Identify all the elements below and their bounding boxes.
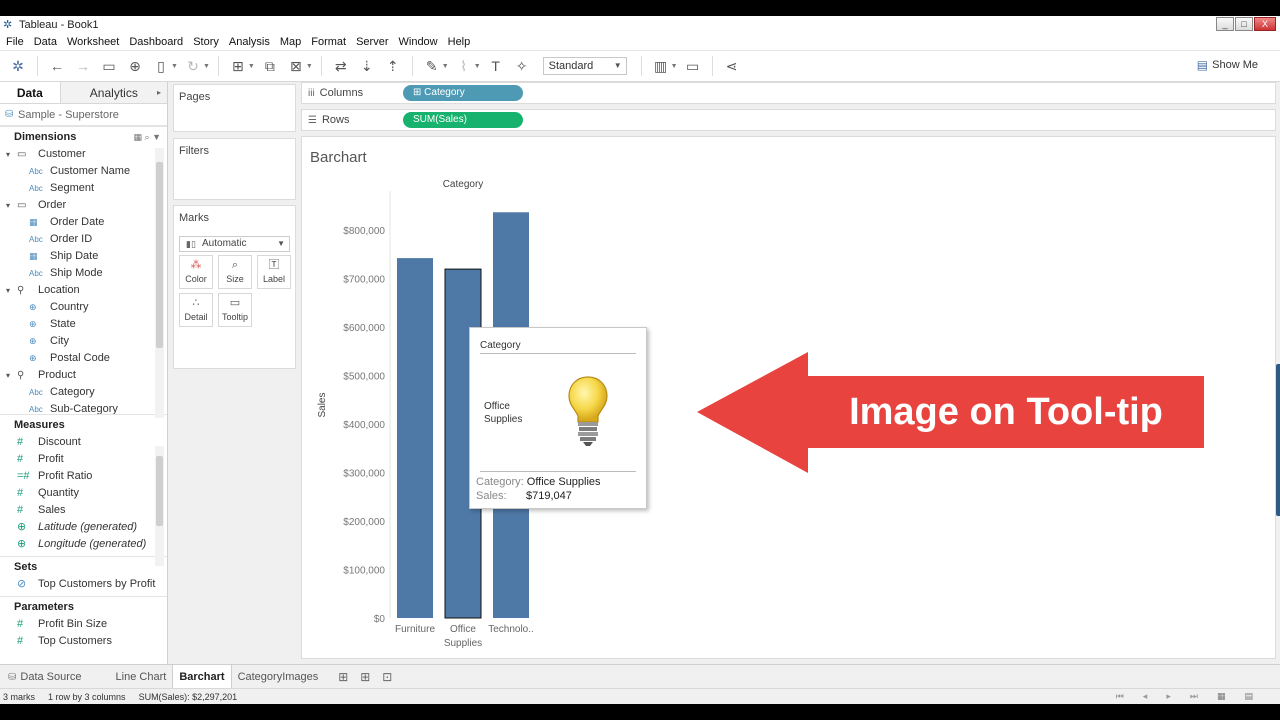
letterbox-bottom (0, 704, 1280, 720)
annotation-text: Image on Tool-tip (849, 391, 1163, 433)
status-marks: 3 marks (3, 691, 36, 702)
x-tick-label: Supplies (444, 638, 482, 649)
y-tick-label: $0 (374, 614, 386, 625)
tooltip-value: $719,047 (526, 490, 572, 502)
y-tick-label: $100,000 (343, 565, 385, 576)
light-bulb-icon (568, 376, 608, 446)
tooltip-value: Office Supplies (526, 476, 601, 488)
sheet-navigation[interactable]: ⏮ ◂ ▸ ⏭ ▦ ▤ (1116, 691, 1272, 702)
datasource-icon: ⛁ (8, 671, 17, 683)
first-sheet-icon[interactable]: ⏮ (1116, 691, 1130, 701)
status-sum: SUM(Sales): $2,297,201 (138, 691, 238, 702)
y-tick-label: $700,000 (343, 274, 385, 285)
show-tabs-icon[interactable]: ▤ (1244, 691, 1259, 701)
tooltip-divider (480, 471, 636, 472)
tab-categoryimages[interactable]: CategoryImages (232, 665, 325, 689)
tooltip-sales-line: Sales: $719,047 (476, 490, 572, 502)
tab-data-source[interactable]: ⛁ Data Source (2, 665, 88, 689)
tooltip-popup: Category Office Supplies Category: Offic… (469, 327, 647, 509)
tooltip-key: Category: (476, 476, 524, 488)
new-dashboard-icon[interactable]: ⊞ (354, 670, 376, 684)
y-tick-label: $500,000 (343, 371, 385, 382)
new-story-icon[interactable]: ⊡ (376, 670, 398, 684)
show-filmstrip-icon[interactable]: ▦ (1217, 691, 1232, 701)
tooltip-sheet-cell: Office Supplies (484, 401, 523, 425)
tab-line-chart[interactable]: Line Chart (110, 665, 173, 689)
tooltip-key: Sales: (476, 490, 507, 502)
x-tick-label: Office (450, 624, 476, 635)
x-tick-label: Furniture (395, 624, 435, 635)
y-tick-label: $400,000 (343, 420, 385, 431)
y-axis-label: Sales (317, 392, 328, 417)
y-tick-label: $200,000 (343, 517, 385, 528)
status-rows: 1 row by 3 columns (48, 691, 126, 702)
new-worksheet-icon[interactable]: ⊞ (332, 670, 354, 684)
y-tick-label: $800,000 (343, 226, 385, 237)
next-sheet-icon[interactable]: ▸ (1166, 691, 1177, 701)
tab-barchart[interactable]: Barchart (172, 664, 232, 689)
tooltip-sheet-header: Category (480, 340, 636, 354)
tableau-app: ✲ Tableau - Book1 _ □ X File Data Worksh… (0, 0, 1280, 720)
tooltip-category-line: Category: Office Supplies (476, 476, 601, 488)
y-tick-label: $300,000 (343, 468, 385, 479)
y-tick-label: $600,000 (343, 323, 385, 334)
bar[interactable] (397, 258, 433, 618)
status-bar: 3 marks 1 row by 3 columns SUM(Sales): $… (0, 688, 1280, 704)
side-panel-handle[interactable] (1276, 364, 1280, 516)
sheet-tabs-bar: ⛁ Data Source Line Chart Barchart Categor… (0, 664, 1280, 689)
tab-data-source-label: Data Source (20, 670, 82, 683)
x-tick-label: Technolo.. (488, 624, 534, 635)
column-header: Category (443, 179, 484, 190)
last-sheet-icon[interactable]: ⏭ (1190, 691, 1204, 701)
prev-sheet-icon[interactable]: ◂ (1143, 691, 1154, 701)
